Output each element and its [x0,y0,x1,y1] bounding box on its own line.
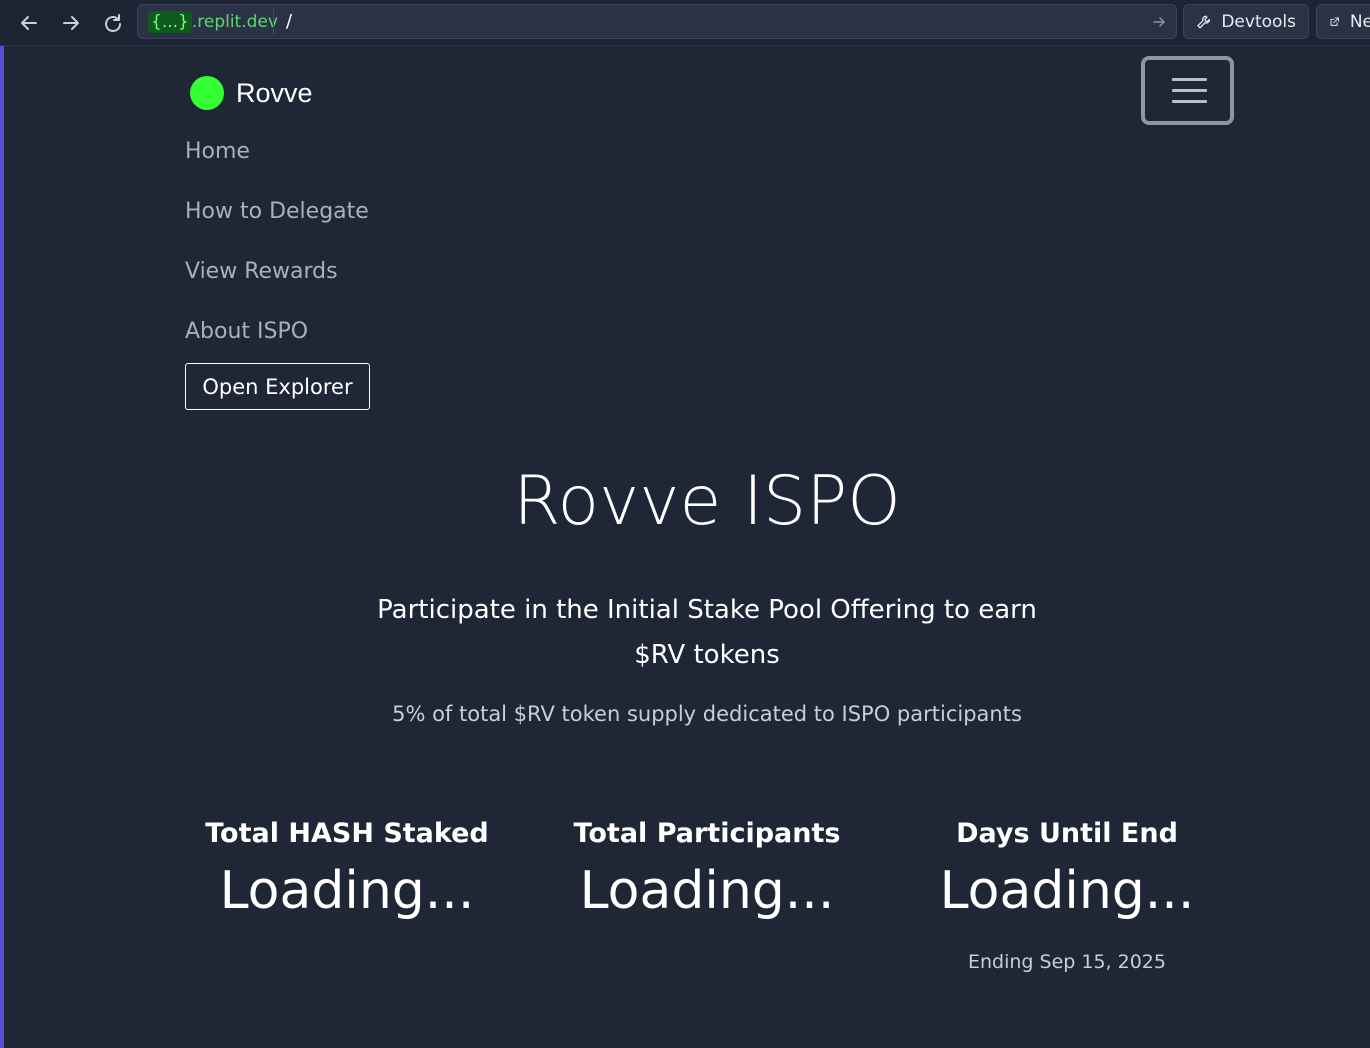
new-tab-button[interactable]: Ne [1316,4,1370,39]
navbar-toggler-button[interactable] [1141,56,1234,125]
nav-link-view-rewards[interactable]: View Rewards [185,259,338,284]
hamburger-icon-line [1172,100,1207,103]
wrench-icon [1197,15,1211,28]
page-title: Rovve ISPO [513,462,901,541]
forward-arrow-icon[interactable] [56,8,86,38]
stat-value: Loading... [219,861,475,921]
browser-toolbar: {...} .replit.dev / Devtools Ne [0,0,1370,46]
hamburger-icon-line [1172,78,1207,81]
stat-card-days-until-end: Days Until End Loading... Ending Sep 15,… [887,800,1247,973]
go-arrow-icon[interactable] [1152,14,1166,33]
stat-label: Total HASH Staked [205,818,489,849]
devtools-label: Devtools [1221,11,1296,32]
end-date-note: Ending Sep 15, 2025 [968,951,1166,973]
stat-card-total-participants: Total Participants Loading... [527,800,887,921]
replit-badge: {...} [148,10,192,33]
url-divider [273,9,274,34]
hero-note: 5% of total $RV token supply dedicated t… [392,702,1022,726]
brand-name: Rovve [236,77,313,108]
url-bar[interactable]: {...} .replit.dev / [137,4,1177,39]
reload-icon[interactable] [98,8,128,38]
open-explorer-button[interactable]: Open Explorer [185,363,370,410]
devtools-button[interactable]: Devtools [1183,4,1309,39]
url-path: / [286,11,293,32]
stat-value: Loading... [579,861,835,921]
stat-value: Loading... [939,861,1195,921]
stat-card-total-staked: Total HASH Staked Loading... [167,800,527,921]
url-domain-text: .replit.dev [191,11,278,32]
nav-link-about-ispo[interactable]: About ISPO [185,319,308,344]
stats-row: Total HASH Staked Loading... Total Parti… [167,800,1247,1010]
stat-label: Total Participants [573,818,841,849]
nav-link-how-to-delegate[interactable]: How to Delegate [185,199,369,224]
new-tab-label: Ne [1349,11,1370,32]
external-link-icon [1330,16,1339,26]
hamburger-icon-line [1172,89,1207,92]
back-arrow-icon[interactable] [14,8,44,38]
brand-logo-link[interactable]: Rovve [190,76,313,110]
hero-subtitle: Participate in the Initial Stake Pool Of… [377,595,1037,670]
url-domain: {...} .replit.dev [144,8,282,35]
brand-dot-icon [190,76,224,110]
nav-link-home[interactable]: Home [185,139,250,164]
stat-label: Days Until End [956,818,1178,849]
workspace-edge [0,46,4,1048]
